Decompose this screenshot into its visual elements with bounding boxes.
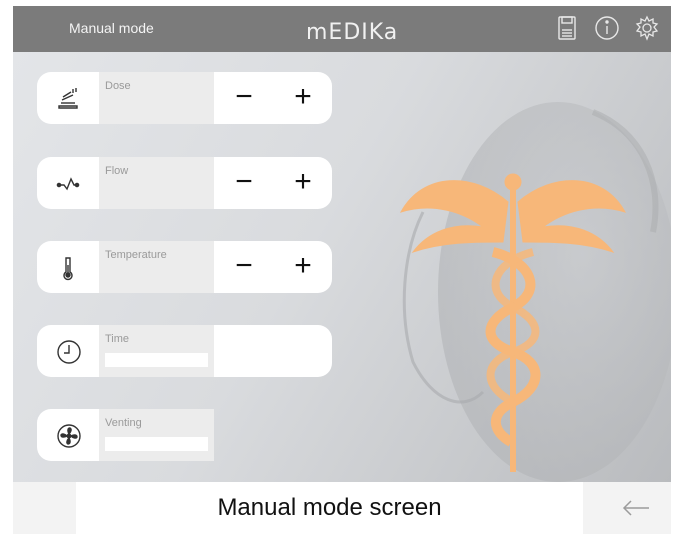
venting-icon-box bbox=[37, 409, 99, 461]
time-label: Time bbox=[105, 333, 130, 345]
back-arrow-icon[interactable] bbox=[621, 496, 651, 520]
flow-icon bbox=[56, 177, 80, 191]
dose-icon-box bbox=[37, 72, 99, 124]
time-display bbox=[214, 325, 332, 377]
thermometer-icon bbox=[63, 257, 73, 281]
flow-field: Flow bbox=[99, 157, 214, 209]
save-icon[interactable] bbox=[553, 14, 581, 42]
top-bar: Manual mode mEDIKa bbox=[13, 6, 671, 52]
bottom-bar: Manual mode screen bbox=[13, 482, 671, 534]
time-icon-box bbox=[37, 325, 99, 377]
settings-gear-icon[interactable] bbox=[633, 14, 661, 42]
time-value-input[interactable] bbox=[105, 353, 208, 367]
venting-field: Venting bbox=[99, 409, 214, 461]
brand-logo: mEDIKa bbox=[296, 15, 406, 45]
flow-label: Flow bbox=[105, 165, 129, 177]
temperature-field: Temperature bbox=[99, 241, 214, 293]
dose-icon bbox=[58, 88, 78, 109]
background-face-caduceus-image bbox=[399, 102, 671, 482]
caption-box: Manual mode screen bbox=[76, 482, 583, 534]
dose-field: Dose bbox=[99, 72, 214, 124]
screen-caption: Manual mode screen bbox=[217, 494, 442, 521]
main-panel: Dose − + Flow − + Temperature − + Time V… bbox=[13, 52, 671, 482]
brand-name: mEDIKa bbox=[306, 20, 399, 45]
venting-label: Venting bbox=[105, 417, 142, 429]
fan-icon bbox=[57, 424, 81, 448]
flow-increase-button[interactable]: + bbox=[274, 157, 332, 209]
temperature-label: Temperature bbox=[105, 249, 167, 261]
flow-decrease-button[interactable]: − bbox=[214, 157, 275, 209]
dose-increase-button[interactable]: + bbox=[274, 72, 332, 124]
venting-value-input[interactable] bbox=[105, 437, 208, 451]
temperature-increase-button[interactable]: + bbox=[274, 241, 332, 293]
info-icon[interactable] bbox=[593, 14, 621, 42]
page-title: Manual mode bbox=[69, 20, 154, 36]
time-field: Time bbox=[99, 325, 214, 377]
dose-label: Dose bbox=[105, 80, 131, 92]
temperature-icon-box bbox=[37, 241, 99, 293]
temperature-decrease-button[interactable]: − bbox=[214, 241, 275, 293]
flow-icon-box bbox=[37, 157, 99, 209]
dose-decrease-button[interactable]: − bbox=[214, 72, 275, 124]
clock-icon bbox=[57, 340, 81, 364]
